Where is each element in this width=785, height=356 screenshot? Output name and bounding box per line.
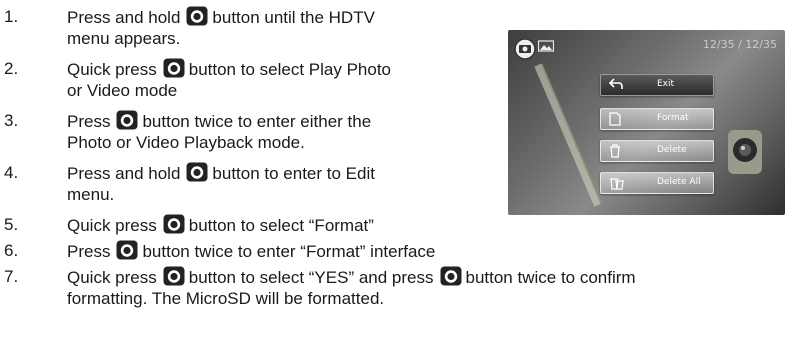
menu-item-delete-all[interactable]: Delete All	[600, 172, 714, 194]
step-number: 6.	[4, 241, 19, 260]
step-text: Press and hold button until the HDTV	[67, 6, 375, 27]
step-number: 2.	[4, 59, 19, 78]
camera-button-icon	[163, 266, 185, 286]
camera-button-icon	[440, 266, 462, 286]
step-text-continued: menu.	[67, 185, 115, 204]
step-text: Quick press button to select Play Photo	[67, 58, 391, 79]
file-counter: 12/35 / 12/35	[702, 38, 777, 51]
device-screen-image: 12/35 / 12/35 Exit Format Delete Delete …	[508, 30, 785, 215]
camera-button-icon	[163, 214, 185, 234]
trash-multiple-icon	[610, 178, 624, 190]
menu-label: Delete	[657, 145, 687, 155]
camera-button-icon	[116, 240, 138, 260]
camera-button-icon	[186, 6, 208, 26]
step-text: Quick press button to select “YES” and pr…	[67, 266, 636, 287]
menu-label: Format	[657, 113, 689, 123]
menu-item-exit[interactable]: Exit	[600, 74, 714, 96]
back-arrow-icon	[609, 78, 623, 89]
step-text-continued: or Video mode	[67, 81, 178, 100]
step-number: 7.	[4, 267, 19, 286]
camera-button-icon	[116, 110, 138, 130]
menu-label: Exit	[657, 79, 675, 89]
step-text: Press button twice to enter either the	[67, 110, 372, 131]
menu-item-delete[interactable]: Delete	[600, 140, 714, 162]
step-text: Quick press button to select “Format”	[67, 214, 374, 235]
step-text: Press button twice to enter “Format” inte…	[67, 240, 436, 261]
step-text-continued: formatting. The MicroSD will be formatte…	[67, 289, 385, 308]
step-number: 4.	[4, 163, 19, 182]
step-text-continued: Photo or Video Playback mode.	[67, 133, 305, 152]
menu-item-format[interactable]: Format	[600, 108, 714, 130]
camera-button-icon	[163, 58, 185, 78]
playback-mode-icon	[514, 38, 536, 60]
step-text: Press and hold button to enter to Edit	[67, 162, 375, 183]
action-camera-graphic	[728, 130, 762, 174]
step-number: 1.	[4, 7, 19, 26]
step-number: 5.	[4, 215, 19, 234]
trash-icon	[610, 144, 620, 158]
step-text-continued: menu appears.	[67, 29, 181, 48]
photo-icon	[538, 40, 554, 52]
step-number: 3.	[4, 111, 19, 130]
sd-card-icon	[609, 112, 621, 126]
camera-button-icon	[186, 162, 208, 182]
menu-label: Delete All	[657, 177, 701, 187]
